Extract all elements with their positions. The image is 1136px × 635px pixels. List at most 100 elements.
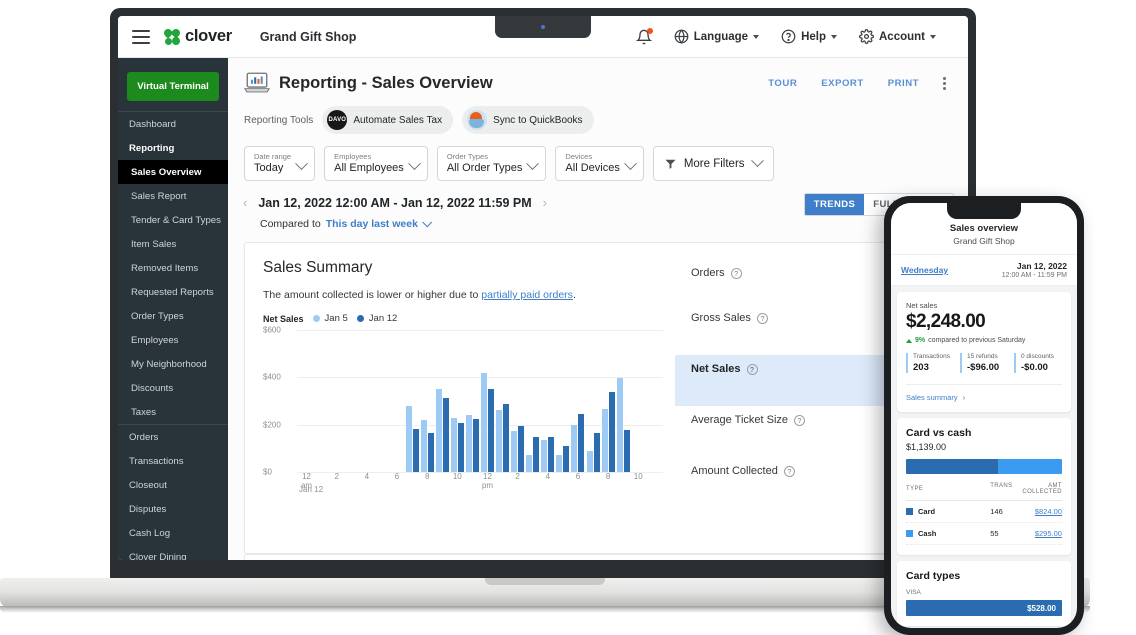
chart-x-tick: 4 [540, 472, 555, 490]
chart-y-tick: $0 [263, 468, 272, 477]
filter-value: All Devices [565, 162, 619, 174]
phone-stat-discounts: 0 discounts -$0.00 [1014, 353, 1062, 373]
chart-bar [587, 451, 593, 472]
sidebar-item-tender-card-types[interactable]: Tender & Card Types [118, 208, 228, 232]
phone-card-types-card: Card types VISA $528.00 [897, 561, 1071, 626]
phone-day-link[interactable]: Wednesday [901, 265, 948, 275]
chart-bar [503, 404, 509, 472]
chart-y-tick: $600 [263, 326, 281, 335]
chart-bar-group [601, 330, 616, 472]
phone-merchant: Grand Gift Shop [901, 236, 1067, 246]
note-prefix: The amount collected is lower or higher … [263, 289, 481, 301]
info-icon[interactable]: ? [757, 313, 768, 324]
sidebar-item-taxes[interactable]: Taxes [118, 400, 228, 424]
chart-x-tick [585, 472, 600, 490]
row-trans: 55 [990, 529, 1021, 538]
sidebar-item-orders[interactable]: Orders [118, 425, 228, 449]
chart-bar-group [420, 330, 435, 472]
chevron-down-icon [422, 217, 432, 227]
kebab-menu-icon[interactable] [943, 77, 946, 90]
brand-name: clover [185, 27, 232, 46]
sidebar-item-cash-log[interactable]: Cash Log [118, 521, 228, 545]
tour-button[interactable]: TOUR [768, 78, 797, 89]
automate-sales-tax-button[interactable]: DAVO Automate Sales Tax [322, 106, 453, 134]
sidebar-item-my-neighborhood[interactable]: My Neighborhood [118, 352, 228, 376]
more-filters-button[interactable]: More Filters [653, 146, 774, 181]
question-circle-icon [781, 29, 796, 44]
virtual-terminal-button[interactable]: Virtual Terminal [127, 72, 219, 101]
next-date-button[interactable]: › [540, 195, 550, 210]
phone-delta-row: 9% compared to previous Saturday [906, 337, 1062, 344]
export-button[interactable]: EXPORT [821, 78, 863, 89]
tab-trends[interactable]: TRENDS [805, 194, 864, 215]
language-menu[interactable]: Language [674, 29, 759, 44]
more-filters-label: More Filters [684, 158, 745, 170]
filter-devices[interactable]: Devices All Devices [555, 146, 643, 181]
chart-bar-group [374, 330, 389, 472]
card-types-bar: $528.00 [906, 600, 1062, 616]
chart-y-tick: $400 [263, 373, 281, 382]
card-vs-cash-table: TYPE TRANS AMT COLLECTED Card 146 $824.0… [906, 483, 1062, 545]
sales-summary-card: Sales Summary The amount collected is lo… [244, 242, 952, 554]
legend-title: Net Sales [263, 314, 304, 324]
sidebar-item-item-sales[interactable]: Item Sales [118, 232, 228, 256]
filter-employees[interactable]: Employees All Employees [324, 146, 428, 181]
print-button[interactable]: PRINT [888, 78, 919, 89]
sidebar-item-order-types[interactable]: Order Types [118, 304, 228, 328]
sidebar-item-removed-items[interactable]: Removed Items [118, 256, 228, 280]
chart-bar [443, 398, 449, 472]
info-icon[interactable]: ? [747, 364, 758, 375]
card-vs-cash-total: $1,139.00 [906, 442, 1062, 452]
sidebar-item-closeout[interactable]: Closeout [118, 473, 228, 497]
notifications-button[interactable] [636, 29, 652, 45]
column-header-type: TYPE [906, 483, 990, 495]
row-amount-link[interactable]: $824.00 [1021, 507, 1062, 516]
sidebar-item-employees[interactable]: Employees [118, 328, 228, 352]
chart-bar [541, 440, 547, 472]
phone-sales-summary-link[interactable]: Sales summary › [906, 384, 1062, 402]
partially-paid-orders-link[interactable]: partially paid orders [481, 289, 573, 301]
stat-value: 203 [913, 362, 954, 373]
info-icon[interactable]: ? [731, 268, 742, 279]
chart-x-tick: 6 [570, 472, 585, 490]
chart-bar-group [570, 330, 585, 472]
notification-badge [647, 28, 653, 34]
chart-x-tick [374, 472, 389, 490]
sidebar-item-clover-dining[interactable]: Clover Dining [118, 545, 228, 560]
sidebar-item-disputes[interactable]: Disputes [118, 497, 228, 521]
chart-bar [602, 409, 608, 472]
chart-x-tick [405, 472, 420, 490]
gear-icon [859, 29, 874, 44]
filter-order-types[interactable]: Order Types All Order Types [437, 146, 547, 181]
compared-to-value[interactable]: This day last week [326, 218, 418, 230]
help-menu[interactable]: Help [781, 29, 837, 44]
laptop-device: clover Grand Gift Shop Language [110, 8, 976, 580]
chart-x-tick [344, 472, 359, 490]
sidebar-item-reporting[interactable]: Reporting [118, 136, 228, 160]
account-menu[interactable]: Account [859, 29, 936, 44]
info-icon[interactable]: ? [784, 466, 795, 477]
sync-to-quickbooks-button[interactable]: Sync to QuickBooks [462, 106, 593, 134]
chart-x-tick [435, 472, 450, 490]
stat-value: -$0.00 [1021, 362, 1062, 373]
row-amount-link[interactable]: $295.00 [1021, 529, 1062, 538]
sidebar-item-sales-report[interactable]: Sales Report [118, 184, 228, 208]
hamburger-menu-icon[interactable] [132, 30, 150, 44]
sidebar-item-sales-overview[interactable]: Sales Overview [118, 160, 228, 184]
chart-bar [428, 433, 434, 472]
chart-x-tick: 10 [450, 472, 465, 490]
compared-to-label: Compared to [260, 218, 321, 230]
previous-date-button[interactable]: ‹ [240, 195, 250, 210]
quickbooks-logo-icon [467, 110, 487, 130]
sidebar-item-transactions[interactable]: Transactions [118, 449, 228, 473]
phone-net-sales-label: Net sales [906, 301, 1062, 310]
sidebar-item-discounts[interactable]: Discounts [118, 376, 228, 400]
laptop-camera-icon [541, 25, 545, 29]
clover-logo[interactable]: clover [164, 27, 232, 46]
chart-x-tick [495, 472, 510, 490]
column-header-trans: TRANS [990, 483, 1021, 495]
filter-date-range[interactable]: Date range Today [244, 146, 315, 181]
sidebar-item-requested-reports[interactable]: Requested Reports [118, 280, 228, 304]
sidebar-item-dashboard[interactable]: Dashboard [118, 112, 228, 136]
info-icon[interactable]: ? [794, 415, 805, 426]
